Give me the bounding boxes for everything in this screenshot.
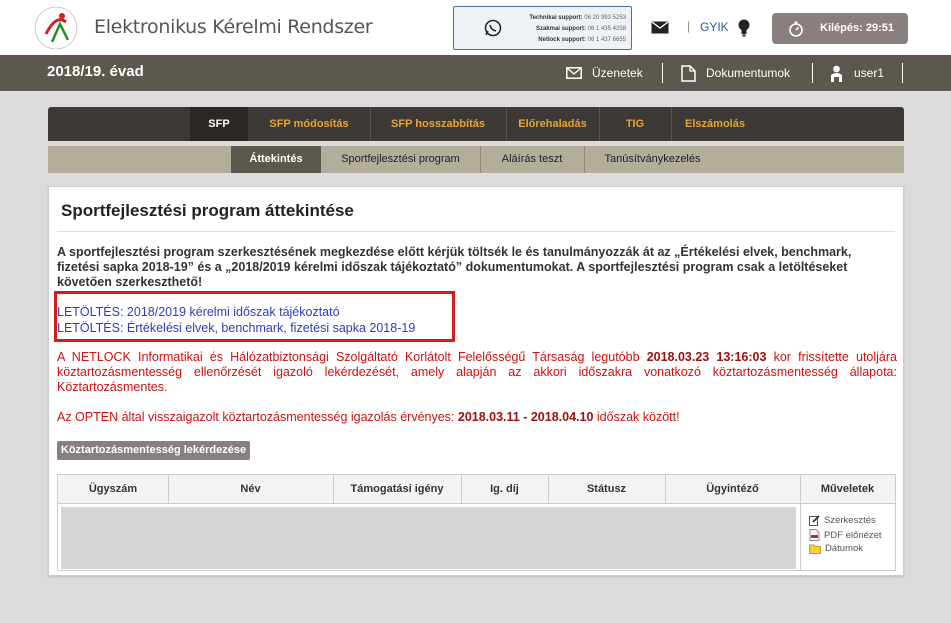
subtab-sport-program[interactable]: Sportfejlesztési program [321,146,480,173]
tab-settlement[interactable]: Elszámolás [671,107,759,141]
mail-icon[interactable] [651,21,669,34]
content-panel: Sportfejlesztési program áttekintése A s… [48,186,904,576]
tab-progress[interactable]: Előrehaladás [506,107,599,141]
dates-action[interactable]: Dátumok [809,543,863,554]
subtab-overview[interactable]: Áttekintés [231,146,321,173]
netlock-status-text: A NETLOCK Informatikai és Hálózatbiztons… [57,350,897,394]
main-tabs: SFP SFP módosítás SFP hosszabbítás Előre… [48,107,904,141]
pdf-preview-label: PDF előnézet [824,529,882,541]
season-bar: 2018/19. évad Üzenetek Dokumentumok user… [0,55,951,91]
tab-tig[interactable]: TIG [599,107,671,141]
document-icon [681,64,696,82]
opten-status-text: Az OPTEN által visszaigazolt köztartozás… [57,410,680,424]
tab-sfp[interactable]: SFP [190,107,248,141]
faq-link[interactable]: GYIK [700,20,729,34]
user-icon [831,65,842,82]
column-header[interactable]: Státusz [548,475,665,504]
username-label: user1 [854,66,885,80]
opten-date-to: 2018.04.10 [530,410,594,424]
lightbulb-icon[interactable] [737,18,751,38]
edit-action[interactable]: Szerkesztés [809,515,876,526]
logout-label: Kilépés: 29:51 [820,22,894,34]
support-box: Technikai support: 06 20 993 5253 Szakma… [453,6,632,50]
nav-divider [812,63,813,83]
column-header[interactable]: Ügyintéző [665,475,800,504]
messages-label: Üzenetek [592,66,643,80]
column-header[interactable]: Támogatási igény [333,475,461,504]
header-separator: | [687,19,691,33]
opten-date-from: 2018.03.11 [457,410,520,424]
edit-icon [809,515,820,526]
logout-button[interactable]: Kilépés: 29:51 [772,13,908,44]
app-title: Elektronikus Kérelmi Rendszer [94,16,373,38]
support-line-netlock: Netlock support: 06 1 437 6655 [538,37,626,43]
documents-label: Dokumentumok [706,66,791,80]
column-header: Műveletek [820,483,875,495]
user-menu[interactable]: user1 [829,55,884,91]
documents-link[interactable]: Dokumentumok [681,55,790,91]
column-header[interactable]: Ig. díj [461,475,548,504]
actions-divider [800,504,801,570]
column-header[interactable]: Név [168,475,333,504]
program-table: Ügyszám Név Támogatási igény Ig. díj Stá… [57,474,896,571]
whatsapp-icon [484,19,502,37]
support-line-technical: Technikai support: 06 20 993 5253 [529,15,626,21]
nav-divider [902,63,903,83]
tab-sfp-modification[interactable]: SFP módosítás [248,107,370,141]
season-title: 2018/19. évad [47,63,144,80]
top-header: Elektronikus Kérelmi Rendszer Technikai … [0,0,951,55]
column-header[interactable]: Ügyszám [58,475,168,504]
pdf-icon [809,529,820,541]
edit-label: Szerkesztés [824,515,876,526]
subtab-certificates[interactable]: Tanúsítványkezelés [584,146,721,173]
page-title: Sportfejlesztési program áttekintése [61,201,354,220]
netlock-date: 2018.03.23 13:16:03 [646,350,767,364]
messages-link[interactable]: Üzenetek [566,55,643,91]
logo-icon [34,6,78,50]
download-link-evaluation[interactable]: LETÖLTÉS: Értékelési elvek, benchmark, f… [57,321,415,335]
pdf-preview-action[interactable]: PDF előnézet [809,529,882,541]
nav-divider [662,63,663,83]
subtab-signature-test[interactable]: Aláírás teszt [480,146,584,173]
table-header: Ügyszám Név Támogatási igény Ig. díj Stá… [58,475,895,504]
table-row[interactable] [61,507,796,569]
tab-sfp-extension[interactable]: SFP hosszabbítás [370,107,506,141]
download-link-info[interactable]: LETÖLTÉS: 2018/2019 kérelmi időszak tájé… [57,305,340,319]
sub-tabs: Áttekintés Sportfejlesztési program Aláí… [48,146,904,173]
envelope-icon [566,67,582,79]
dates-label: Dátumok [825,543,864,554]
stopwatch-icon [789,21,803,37]
folder-icon [809,544,821,554]
support-line-professional: Szakmai support: 06 1 435 4258 [535,26,626,32]
query-tax-status-button[interactable]: Köztartozásmentesség lekérdezése [57,441,250,460]
intro-text: A sportfejlesztési program szerkesztésén… [57,245,852,289]
title-divider [57,231,895,232]
